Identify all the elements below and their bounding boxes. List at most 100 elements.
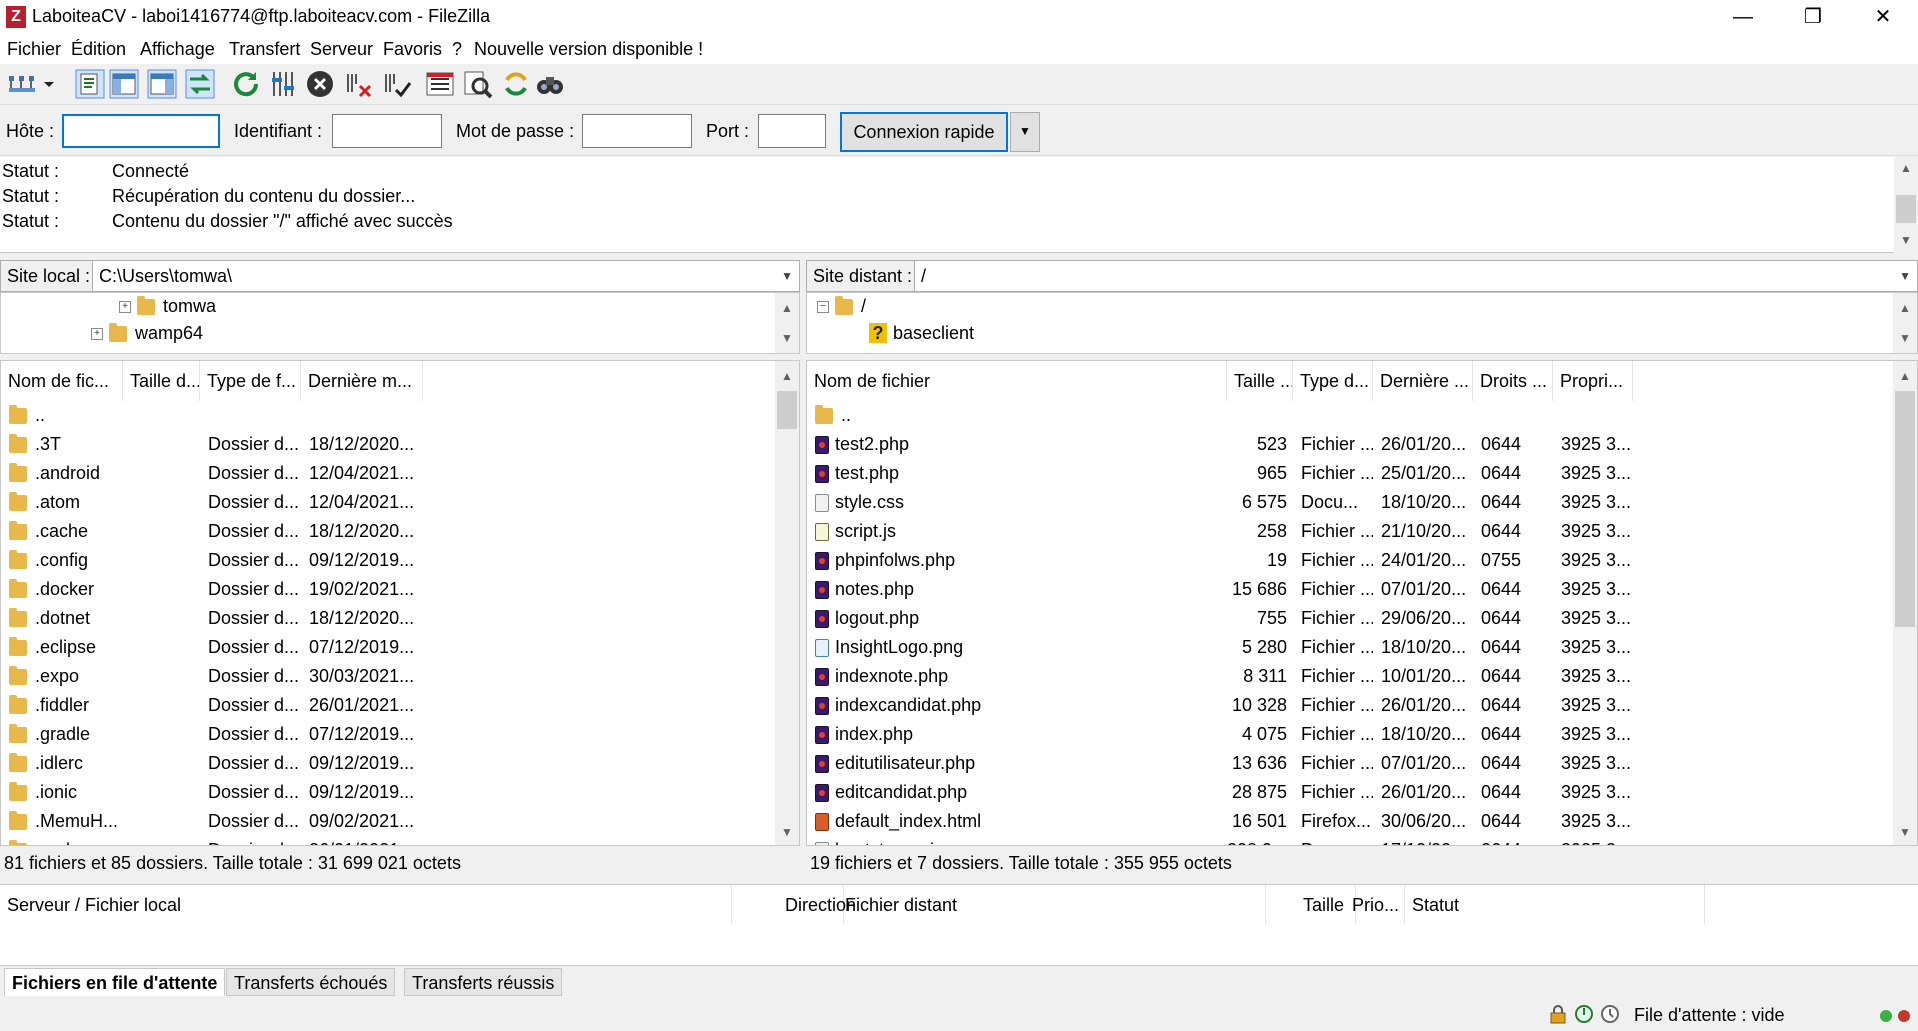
menu-edition[interactable]: Édition	[71, 39, 126, 60]
local-path-input[interactable]: C:\Users\tomwa\ ▼	[92, 260, 800, 292]
file-row[interactable]: notes.php 15 686 Fichier ... 07/01/20... 064…	[807, 575, 1893, 604]
scroll-up-icon[interactable]: ▲	[1893, 365, 1917, 387]
file-row[interactable]: .eclipse Dossier d... 07/12/2019...	[1, 633, 775, 662]
host-input[interactable]	[62, 114, 220, 148]
port-input[interactable]	[758, 114, 826, 148]
scroll-down-icon[interactable]: ▼	[775, 821, 799, 843]
scroll-thumb[interactable]	[777, 391, 797, 429]
file-row[interactable]: .config Dossier d... 09/12/2019...	[1, 546, 775, 575]
scroll-down-icon[interactable]: ▼	[1893, 327, 1917, 349]
sync-browse-icon[interactable]	[500, 68, 532, 100]
file-row[interactable]: .node-gyp Dossier d... 26/01/2021...	[1, 836, 775, 845]
column-header-date[interactable]: Dernière ...	[1373, 361, 1473, 401]
file-row[interactable]: style.css 6 575 Docu... 18/10/20... 0644 3925…	[807, 488, 1893, 517]
column-header-name[interactable]: Nom de fic...	[1, 361, 123, 401]
file-row[interactable]: .atom Dossier d... 12/04/2021...	[1, 488, 775, 517]
username-input[interactable]	[332, 114, 442, 148]
file-row[interactable]: script.js 258 Fichier ... 21/10/20... 0644 39…	[807, 517, 1893, 546]
tab-queued-files[interactable]: Fichiers en file d'attente	[4, 968, 226, 996]
file-row[interactable]: index.php 4 075 Fichier ... 18/10/20... 0644…	[807, 720, 1893, 749]
menu-transfert[interactable]: Transfert	[229, 39, 300, 60]
file-row[interactable]: bootstrap.min.css 208 9... Docu... 17/10/20…	[807, 836, 1893, 845]
file-row[interactable]: .gradle Dossier d... 07/12/2019...	[1, 720, 775, 749]
scroll-down-icon[interactable]: ▼	[1893, 821, 1917, 843]
tab-successful-transfers[interactable]: Transferts réussis	[404, 968, 563, 996]
file-row[interactable]: .docker Dossier d... 19/02/2021...	[1, 575, 775, 604]
scroll-thumb[interactable]	[1896, 195, 1916, 223]
disconnect-icon[interactable]	[342, 68, 374, 100]
file-row[interactable]: phpinfolws.php 19 Fichier ... 24/01/20... 07…	[807, 546, 1893, 575]
file-row[interactable]: editutilisateur.php 13 636 Fichier ... 07/0…	[807, 749, 1893, 778]
column-header-date[interactable]: Dernière m...	[301, 361, 423, 401]
menu-help[interactable]: ?	[452, 39, 462, 60]
quickconnect-button[interactable]: Connexion rapide	[840, 112, 1008, 152]
tab-failed-transfers[interactable]: Transferts échoués	[226, 968, 396, 996]
expand-icon[interactable]: +	[119, 301, 131, 314]
chevron-down-icon[interactable]: ▼	[1899, 261, 1911, 291]
menu-affichage[interactable]: Affichage	[140, 39, 215, 60]
directory-filter-icon[interactable]	[424, 68, 456, 100]
column-header-size[interactable]: Taille d...	[123, 361, 200, 401]
file-row[interactable]: logout.php 755 Fichier ... 29/06/20... 0644 3…	[807, 604, 1893, 633]
menu-fichier[interactable]: Fichier	[7, 39, 61, 60]
queue-column-local[interactable]: Serveur / Fichier local	[0, 885, 732, 925]
tree-item-baseclient[interactable]: ? baseclient	[869, 320, 974, 346]
maximize-button[interactable]: ❐	[1778, 0, 1848, 36]
queue-column-remote[interactable]: Fichier distant	[838, 885, 1266, 925]
file-row[interactable]: indexnote.php 8 311 Fichier ... 10/01/20...…	[807, 662, 1893, 691]
file-row[interactable]: .3T Dossier d... 18/12/2020...	[1, 430, 775, 459]
file-row[interactable]: indexcandidat.php 10 328 Fichier ... 26/01/…	[807, 691, 1893, 720]
expand-icon[interactable]: +	[91, 328, 103, 341]
file-row[interactable]: .MemuH... Dossier d... 09/02/2021...	[1, 807, 775, 836]
password-input[interactable]	[582, 114, 692, 148]
reconnect-icon[interactable]	[380, 68, 412, 100]
file-row[interactable]: ..	[807, 401, 1893, 430]
remote-path-input[interactable]: / ▼	[914, 260, 1918, 292]
column-header-size[interactable]: Taille ...	[1227, 361, 1293, 401]
quickconnect-dropdown-icon[interactable]: ▼	[1010, 112, 1040, 152]
scroll-up-icon[interactable]: ▲	[775, 365, 799, 387]
file-row[interactable]: .fiddler Dossier d... 26/01/2021...	[1, 691, 775, 720]
toggle-local-tree-icon[interactable]	[108, 68, 140, 100]
compare-icon[interactable]	[462, 68, 494, 100]
close-button[interactable]: ✕	[1848, 0, 1918, 36]
search-icon[interactable]	[534, 68, 566, 100]
scroll-down-icon[interactable]: ▼	[1894, 229, 1918, 251]
remote-list-scrollbar[interactable]: ▲ ▼	[1893, 361, 1917, 845]
file-row[interactable]: default_index.html 16 501 Firefox... 30/06/…	[807, 807, 1893, 836]
remote-tree-scrollbar[interactable]: ▲ ▼	[1893, 293, 1917, 353]
file-row[interactable]: .expo Dossier d... 30/03/2021...	[1, 662, 775, 691]
scroll-up-icon[interactable]: ▲	[775, 297, 799, 319]
file-row[interactable]: .cache Dossier d... 18/12/2020...	[1, 517, 775, 546]
scroll-up-icon[interactable]: ▲	[1893, 297, 1917, 319]
scroll-thumb[interactable]	[1895, 391, 1915, 627]
scroll-up-icon[interactable]: ▲	[1894, 157, 1918, 179]
toggle-queue-icon[interactable]	[184, 68, 216, 100]
collapse-icon[interactable]: −	[817, 301, 829, 314]
menu-new-version[interactable]: Nouvelle version disponible !	[474, 39, 703, 60]
process-queue-icon[interactable]	[268, 68, 300, 100]
file-row[interactable]: .dotnet Dossier d... 18/12/2020...	[1, 604, 775, 633]
queue-column-priority[interactable]: Prio...	[1345, 885, 1405, 925]
minimize-button[interactable]: —	[1708, 0, 1778, 36]
log-scrollbar[interactable]: ▲ ▼	[1894, 157, 1918, 253]
file-row[interactable]: .android Dossier d... 12/04/2021...	[1, 459, 775, 488]
cancel-icon[interactable]	[304, 68, 336, 100]
menu-favoris[interactable]: Favoris	[383, 39, 442, 60]
local-tree-scrollbar[interactable]: ▲ ▼	[775, 293, 799, 353]
queue-column-direction[interactable]: Direction	[778, 885, 856, 925]
site-manager-icon[interactable]	[6, 68, 38, 100]
dropdown-arrow-icon[interactable]	[40, 68, 58, 100]
menu-serveur[interactable]: Serveur	[310, 39, 373, 60]
toggle-log-icon[interactable]	[74, 68, 106, 100]
column-header-perms[interactable]: Droits ...	[1473, 361, 1553, 401]
local-list-scrollbar[interactable]: ▲ ▼	[775, 361, 799, 845]
file-row[interactable]: .ionic Dossier d... 09/12/2019...	[1, 778, 775, 807]
queue-column-status[interactable]: Statut	[1405, 885, 1705, 925]
chevron-down-icon[interactable]: ▼	[781, 261, 793, 291]
file-row[interactable]: ..	[1, 401, 775, 430]
file-row[interactable]: InsightLogo.png 5 280 Fichier ... 18/10/20.…	[807, 633, 1893, 662]
toggle-remote-tree-icon[interactable]	[146, 68, 178, 100]
tree-item-tomwa[interactable]: + tomwa	[119, 293, 216, 319]
column-header-type[interactable]: Type d...	[1293, 361, 1373, 401]
